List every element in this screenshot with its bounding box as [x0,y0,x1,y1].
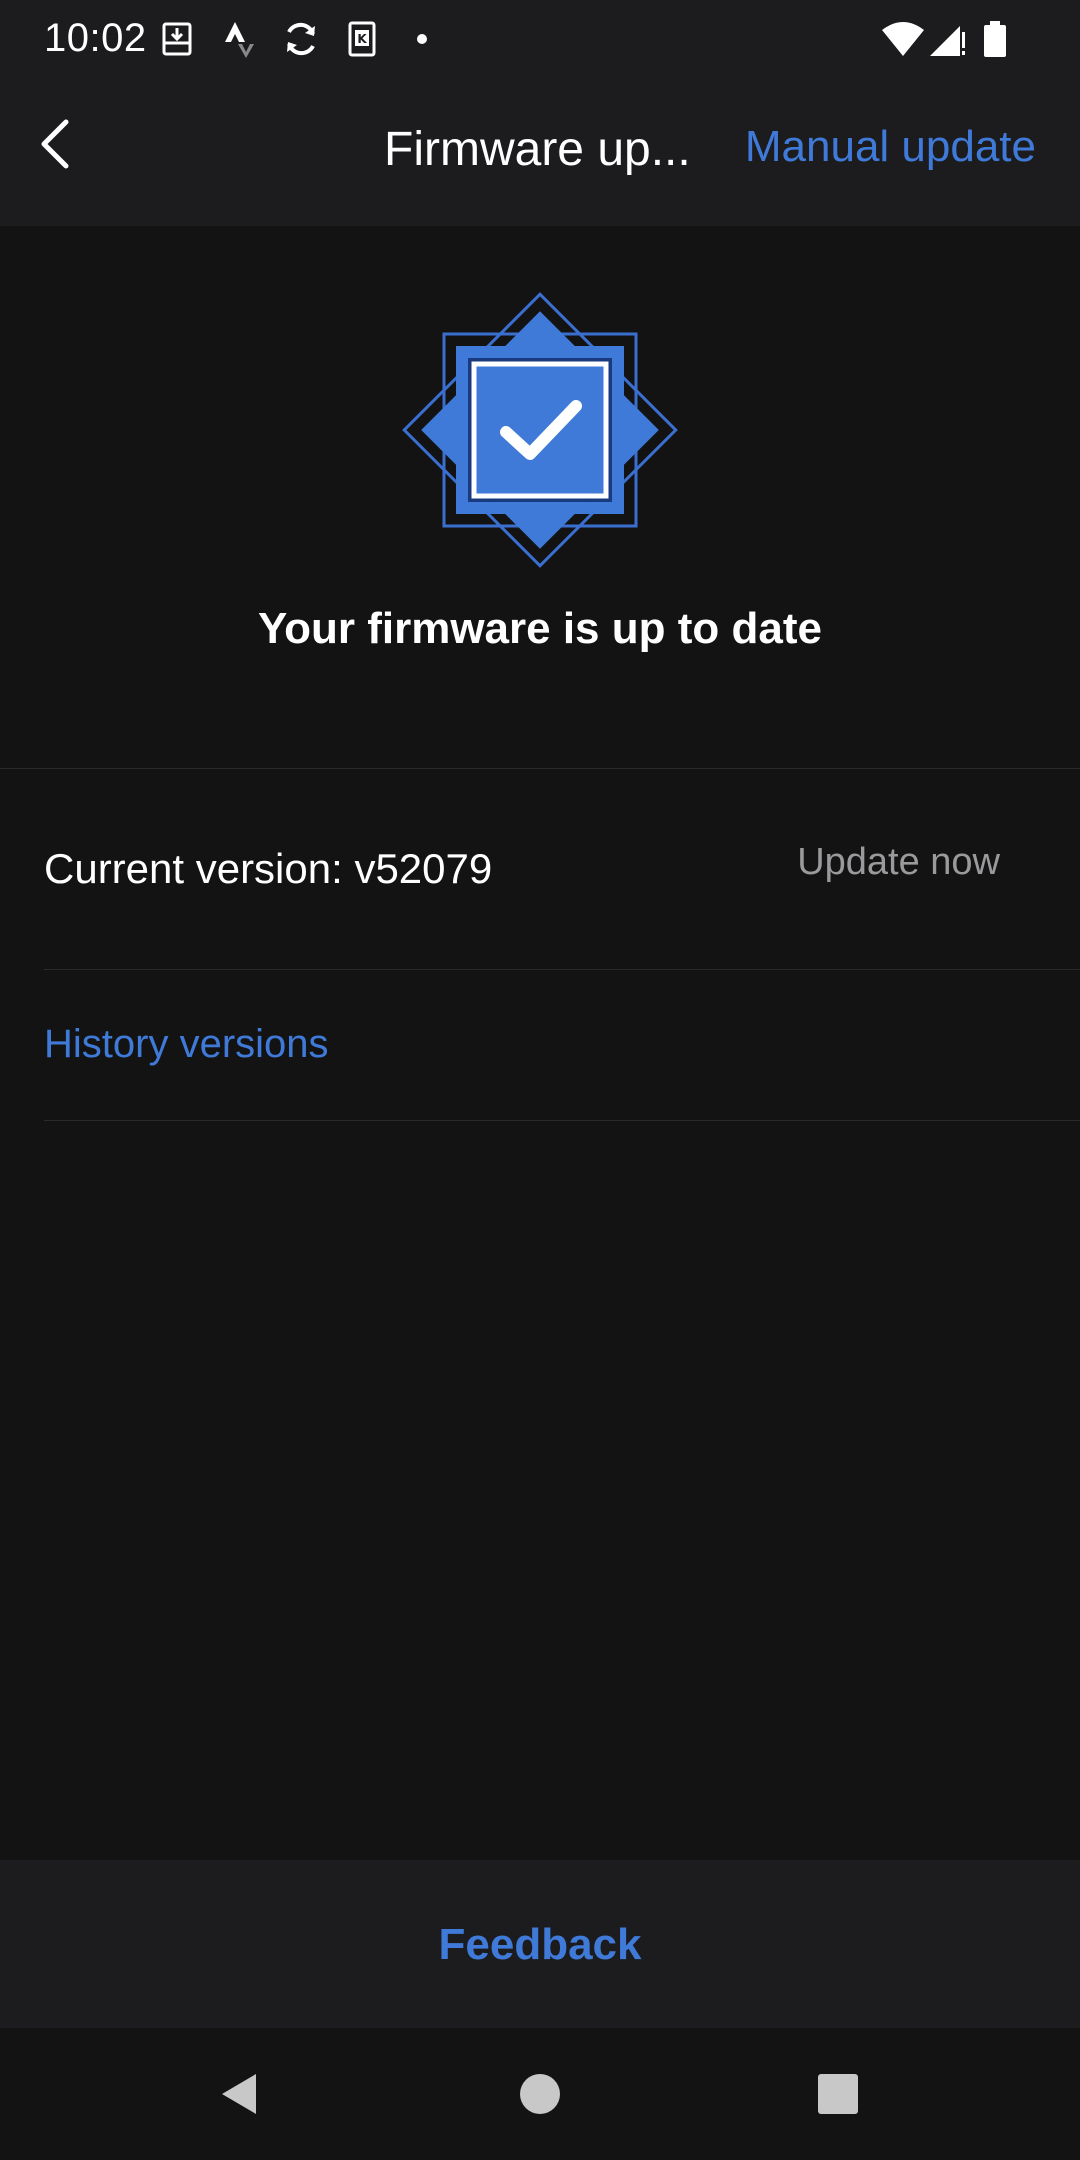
history-versions-row[interactable]: History versions [44,970,1080,1121]
current-version-row: Current version: v52079 Update now [44,769,1080,970]
nav-back-button[interactable] [204,2058,276,2130]
strava-icon [225,22,254,58]
nav-recents-button[interactable] [802,2058,874,2130]
page-title: Firmware up... [384,123,691,176]
update-now-button[interactable]: Update now [797,841,1000,884]
battery-icon [984,21,1006,57]
nav-home-button[interactable] [504,2058,576,2130]
system-nav-bar [0,2028,1080,2160]
dot-icon [417,34,427,44]
history-versions-link[interactable]: History versions [44,1022,329,1067]
feedback-button[interactable]: Feedback [0,1920,1080,1970]
footer-bar: Feedback [0,1860,1080,2028]
chevron-left-icon [41,119,69,169]
recents-square-icon [818,2074,858,2114]
current-version-label: Current version: v52079 [44,845,493,892]
back-button[interactable] [20,108,92,180]
sync-icon [287,22,315,56]
manual-update-button[interactable]: Manual update [745,122,1036,172]
wifi-icon [882,22,924,56]
status-headline: Your firmware is up to date [258,604,822,653]
k-app-icon: K [348,21,376,57]
app-bar: Firmware up... Manual update [0,78,1080,226]
firmware-status-panel: Your firmware is up to date [0,226,1080,769]
status-time: 10:02 [44,16,147,60]
download-box-icon [162,22,192,56]
svg-text:K: K [357,32,367,46]
status-bar: 10:02 K [0,0,1080,78]
signal-icon [930,26,965,56]
firmware-update-screen: 10:02 K Firmware up... Manual update You… [0,0,1080,2160]
home-circle-icon [520,2074,560,2114]
back-triangle-icon [222,2074,256,2114]
verified-check-badge-icon [402,292,678,568]
